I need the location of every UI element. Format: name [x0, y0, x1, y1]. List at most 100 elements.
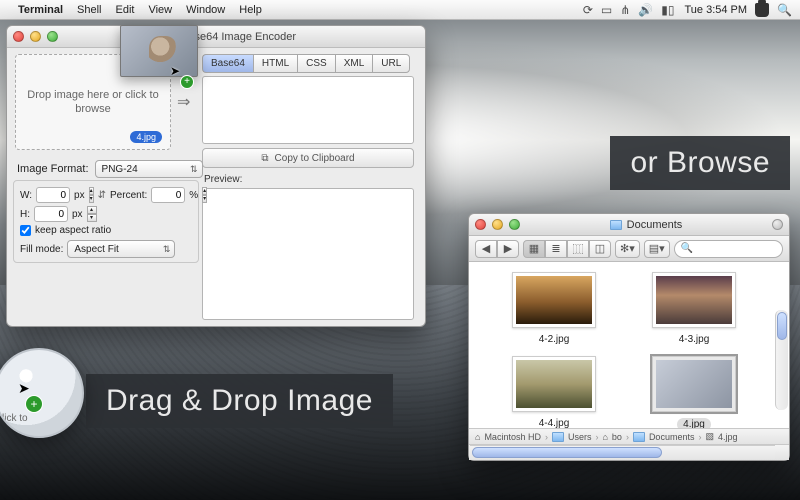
percent-stepper[interactable]: ▴▾ — [202, 187, 207, 203]
chevron-updown-icon: ⇅ — [190, 164, 198, 175]
toolbar-toggle-button[interactable] — [772, 219, 783, 230]
scrollbar-thumb[interactable] — [472, 447, 662, 458]
file-item-selected[interactable]: 4.jpg — [639, 356, 749, 428]
close-button[interactable] — [475, 219, 486, 230]
sync-status-icon[interactable]: ⟳ — [583, 3, 593, 17]
menubar-app-name[interactable]: Terminal — [18, 4, 63, 16]
view-column-button[interactable]: ⿲ — [567, 240, 589, 258]
keep-aspect-ratio-label: keep aspect ratio — [35, 225, 111, 236]
preview-pane — [202, 188, 414, 320]
thumbnail-image — [656, 360, 732, 408]
close-button[interactable] — [13, 31, 24, 42]
path-seg[interactable]: Macintosh HD — [484, 432, 541, 442]
view-mode-group: ▦ ≣ ⿲ ◫ — [523, 240, 611, 258]
back-button[interactable]: ◀ — [475, 240, 497, 258]
finder-icon-view[interactable]: 4-2.jpg 4-3.jpg 4-4.jpg 4.jpg — [469, 262, 789, 428]
menubar-item-window[interactable]: Window — [186, 4, 225, 16]
vertical-scrollbar[interactable] — [775, 310, 788, 410]
minimize-button[interactable] — [492, 219, 503, 230]
wifi-status-icon[interactable]: ⋔ — [620, 3, 630, 17]
finder-window: Documents ◀ ▶ ▦ ≣ ⿲ ◫ ✻▾ ▤▾ 🔍 — [468, 213, 790, 461]
fill-mode-label: Fill mode: — [20, 244, 63, 255]
drag-copy-badge-icon: + — [181, 76, 193, 88]
height-stepper[interactable]: ▴▾ — [87, 206, 97, 222]
zoom-button[interactable] — [47, 31, 58, 42]
menubar-item-view[interactable]: View — [148, 4, 172, 16]
copy-to-clipboard-button[interactable]: ⧉ Copy to Clipboard — [202, 148, 414, 168]
file-item[interactable]: 4-3.jpg — [639, 272, 749, 345]
horizontal-scrollbar[interactable] — [470, 445, 775, 459]
output-tabs: Base64 HTML CSS XML URL — [202, 54, 410, 73]
file-item[interactable]: 4-2.jpg — [499, 272, 609, 345]
image-format-label: Image Format: — [17, 163, 89, 175]
tab-xml[interactable]: XML — [335, 54, 373, 73]
magnifier-text-fragment: lick to — [2, 413, 28, 424]
display-status-icon[interactable]: ▭ — [601, 3, 612, 17]
encoder-window-title: Base64 Image Encoder — [58, 31, 419, 43]
spotlight-icon[interactable]: 🔍 — [777, 3, 792, 17]
tab-base64[interactable]: Base64 — [202, 54, 253, 73]
height-input[interactable] — [34, 206, 68, 222]
home-icon: ⌂ — [602, 432, 607, 442]
menubar: Terminal Shell Edit View Window Help ⟳ ▭… — [0, 0, 800, 20]
zoom-button[interactable] — [509, 219, 520, 230]
action-menu-button[interactable]: ✻▾ — [615, 240, 640, 258]
image-icon: ▧ — [705, 431, 714, 442]
file-name-label[interactable]: 4-4.jpg — [539, 418, 570, 428]
image-format-select[interactable]: PNG-24 ⇅ — [95, 160, 203, 178]
encoder-titlebar[interactable]: Base64 Image Encoder — [7, 26, 425, 48]
link-ratio-icon[interactable]: ⇵ — [98, 190, 106, 201]
view-coverflow-button[interactable]: ◫ — [589, 240, 611, 258]
keep-aspect-ratio-input[interactable] — [20, 225, 31, 236]
dropzone-text: Drop image here or click to browse — [20, 88, 166, 116]
cursor-icon: ➤ — [170, 64, 180, 78]
menubar-item-edit[interactable]: Edit — [116, 4, 135, 16]
finder-search-field[interactable]: 🔍 — [674, 240, 783, 258]
keep-aspect-ratio-checkbox[interactable]: keep aspect ratio — [20, 225, 192, 236]
height-unit: px — [72, 209, 83, 220]
tab-css[interactable]: CSS — [297, 54, 335, 73]
search-icon: 🔍 — [681, 243, 693, 254]
menubar-item-shell[interactable]: Shell — [77, 4, 101, 16]
finder-path-bar[interactable]: ⌂ Macintosh HD› Users› ⌂ bo› Documents› … — [469, 428, 789, 444]
nav-back-forward: ◀ ▶ — [475, 240, 519, 258]
path-seg[interactable]: 4.jpg — [718, 432, 738, 442]
file-item[interactable]: 4-4.jpg — [499, 356, 609, 428]
width-stepper[interactable]: ▴▾ — [89, 187, 94, 203]
battery-status-icon[interactable]: ▮▯ — [661, 3, 674, 17]
view-list-button[interactable]: ≣ — [545, 240, 567, 258]
arrange-menu-button[interactable]: ▤▾ — [644, 240, 670, 258]
thumbnail-image — [656, 276, 732, 324]
dropzone-file-badge: 4.jpg — [130, 131, 162, 143]
minimize-button[interactable] — [30, 31, 41, 42]
scrollbar-thumb[interactable] — [777, 312, 787, 340]
tab-url[interactable]: URL — [372, 54, 410, 73]
forward-button[interactable]: ▶ — [497, 240, 519, 258]
menubar-item-help[interactable]: Help — [239, 4, 262, 16]
user-menu-icon[interactable] — [755, 3, 769, 17]
volume-status-icon[interactable]: 🔊 — [638, 3, 653, 17]
percent-input[interactable] — [151, 187, 185, 203]
file-name-label[interactable]: 4-2.jpg — [539, 334, 570, 345]
tab-html[interactable]: HTML — [253, 54, 297, 73]
desktop: Terminal Shell Edit View Window Help ⟳ ▭… — [0, 0, 800, 500]
preview-label: Preview: — [204, 174, 242, 185]
folder-icon — [633, 432, 645, 442]
image-format-value: PNG-24 — [102, 164, 138, 175]
percent-label: Percent: — [110, 190, 147, 201]
file-name-label[interactable]: 4.jpg — [677, 418, 711, 428]
arrow-icon: ⇒ — [177, 92, 187, 112]
height-label: H: — [20, 209, 30, 220]
path-seg[interactable]: Documents — [649, 432, 695, 442]
path-seg[interactable]: Users — [568, 432, 592, 442]
menubar-clock[interactable]: Tue 3:54 PM — [684, 4, 747, 16]
cursor-icon: ➤ — [18, 380, 30, 397]
fill-mode-select[interactable]: Aspect Fit ⇅ — [67, 240, 175, 258]
finder-titlebar[interactable]: Documents — [469, 214, 789, 236]
width-input[interactable] — [36, 187, 70, 203]
thumbnail-image — [516, 360, 592, 408]
file-name-label[interactable]: 4-3.jpg — [679, 334, 710, 345]
view-icon-button[interactable]: ▦ — [523, 240, 545, 258]
path-seg[interactable]: bo — [612, 432, 622, 442]
output-textarea[interactable] — [202, 76, 414, 144]
